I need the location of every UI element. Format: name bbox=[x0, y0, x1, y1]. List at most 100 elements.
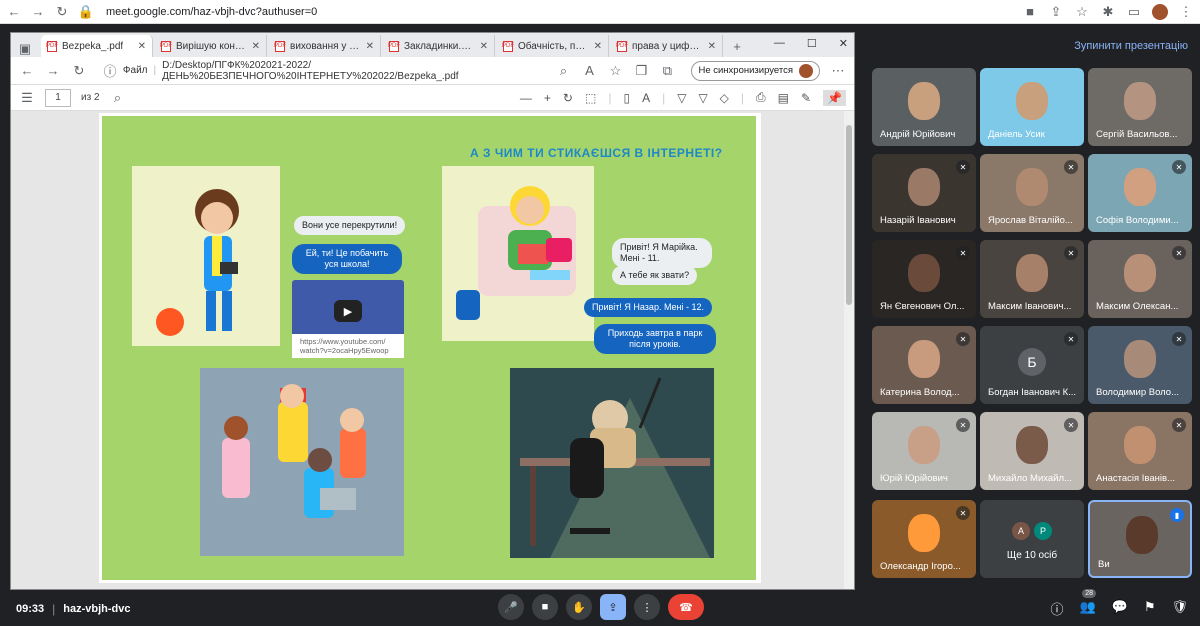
participant-tile[interactable]: ✕ Ян Євгенович Ол... bbox=[872, 240, 976, 318]
reload-icon[interactable]: ↻ bbox=[71, 63, 87, 79]
participant-tile[interactable]: ✕ Олександр Ігоро... bbox=[872, 500, 976, 578]
share-icon[interactable]: ⇪ bbox=[1048, 4, 1064, 20]
fit-page-icon[interactable]: ⬚ bbox=[585, 91, 596, 105]
read-aloud-icon[interactable]: A bbox=[581, 63, 597, 79]
tab-actions-icon[interactable]: ▣ bbox=[17, 41, 33, 57]
bubble-mariyka: Привіт! Я Марійка. Мені - 11. bbox=[612, 238, 712, 268]
eraser-icon[interactable]: ◇ bbox=[720, 91, 729, 105]
extensions-icon[interactable]: ⧉ bbox=[659, 63, 675, 79]
participant-tile[interactable]: ✕ Максим Іванович... bbox=[980, 240, 1084, 318]
people-icon[interactable]: 👥 bbox=[1079, 599, 1095, 618]
close-icon[interactable]: ✕ bbox=[480, 41, 488, 52]
slide-title: А З ЧИМ ТИ СТИКАЄШСЯ В ІНТЕРНЕТІ? bbox=[470, 146, 723, 160]
host-controls-icon[interactable]: 🛡 bbox=[1171, 599, 1188, 618]
participant-tile[interactable]: ✕ Анастасія Іванів... bbox=[1088, 412, 1192, 490]
close-icon[interactable]: ✕ bbox=[708, 41, 716, 52]
pdf-toolbar: ☰ 1 из 2 ⌕ — + ↻ ⬚ | ▯ A | ▽ ▽ ◇ | ⎙ ▤ ✎… bbox=[11, 85, 854, 111]
edge-address-bar[interactable]: ⓘ Файл | D:/Desktop/ПГФК%202021-2022/ДЕН… bbox=[97, 60, 681, 82]
hang-up-button[interactable]: ☎ bbox=[668, 594, 704, 620]
tab-bezpeka[interactable]: PDF Bezpeka_.pdf ✕ bbox=[41, 35, 153, 57]
page-view-icon[interactable]: ▯ bbox=[623, 91, 630, 105]
chat-icon[interactable]: 💬 bbox=[1112, 599, 1128, 618]
boy-illustration bbox=[132, 166, 280, 346]
favorite-icon[interactable]: ☆ bbox=[607, 63, 623, 79]
mic-off-icon: ✕ bbox=[1064, 332, 1078, 346]
contents-icon[interactable]: ☰ bbox=[19, 90, 35, 106]
participant-tile[interactable]: ✕ Назарій Іванович bbox=[872, 154, 976, 232]
participant-tile[interactable]: ✕ Володимир Воло... bbox=[1088, 326, 1192, 404]
participant-video bbox=[908, 82, 940, 120]
camera-icon[interactable]: ■ bbox=[1022, 4, 1038, 20]
participant-tile[interactable]: ✕ Катерина Волод... bbox=[872, 326, 976, 404]
close-icon[interactable]: ✕ bbox=[252, 41, 260, 52]
participant-tile[interactable]: ✕ Ярослав Віталійо... bbox=[980, 154, 1084, 232]
draw-icon[interactable]: ▽ bbox=[677, 91, 686, 105]
mic-off-icon: ✕ bbox=[956, 418, 970, 432]
camera-button[interactable]: ■ bbox=[532, 594, 558, 620]
mic-off-icon: ✕ bbox=[956, 160, 970, 174]
reload-icon[interactable]: ↻ bbox=[54, 4, 70, 20]
page-total: из 2 bbox=[81, 92, 100, 103]
save-as-icon[interactable]: ✎ bbox=[801, 91, 811, 105]
sync-status-button[interactable]: Не синхронизируется bbox=[691, 60, 820, 81]
mic-off-icon: ✕ bbox=[1172, 160, 1186, 174]
back-icon[interactable]: ← bbox=[6, 4, 22, 20]
stop-presenting-button[interactable]: Зупинити презентацію bbox=[1074, 40, 1188, 52]
highlight-icon[interactable]: ▽ bbox=[698, 91, 707, 105]
forward-icon[interactable]: → bbox=[30, 4, 46, 20]
zoom-in-icon[interactable]: + bbox=[544, 91, 551, 105]
participant-tile[interactable]: ✕ Михайло Михайл... bbox=[980, 412, 1084, 490]
forward-icon[interactable]: → bbox=[45, 63, 61, 79]
zoom-icon[interactable]: ⌕ bbox=[555, 63, 571, 79]
self-tile[interactable]: ▮ Ви bbox=[1088, 500, 1192, 578]
tab-education[interactable]: PDFвиховання у цифров✕ bbox=[269, 35, 381, 57]
search-icon[interactable]: ⌕ bbox=[110, 90, 126, 106]
more-options-button[interactable]: ⋮ bbox=[634, 594, 660, 620]
participant-tile[interactable]: Сергій Васильов... bbox=[1088, 68, 1192, 146]
maximize-icon[interactable]: ☐ bbox=[807, 37, 817, 50]
new-tab-icon[interactable]: + bbox=[729, 38, 745, 54]
play-icon[interactable]: ▶ bbox=[334, 300, 362, 322]
tab-bookmarks[interactable]: PDF Закладинки.pdf ✕ bbox=[383, 35, 495, 57]
participant-tile[interactable]: Даніель Усик bbox=[980, 68, 1084, 146]
zoom-out-icon[interactable]: — bbox=[520, 91, 532, 105]
address-bar[interactable]: meet.google.com/haz-vbjh-dvc?authuser=0 bbox=[106, 6, 317, 18]
cast-icon[interactable]: ▭ bbox=[1126, 4, 1142, 20]
read-aloud-icon[interactable]: A bbox=[642, 91, 650, 105]
participant-tile[interactable]: ✕ Юрій Юрійович bbox=[872, 412, 976, 490]
more-icon[interactable]: ⋯ bbox=[830, 63, 846, 79]
scrollbar[interactable] bbox=[844, 111, 854, 589]
pdf-viewport[interactable]: А З ЧИМ ТИ СТИКАЄШСЯ В ІНТЕРНЕТІ? Вони у… bbox=[11, 111, 854, 589]
present-button[interactable]: ⇪ bbox=[600, 594, 626, 620]
star-icon[interactable]: ☆ bbox=[1074, 4, 1090, 20]
tab-vigilance[interactable]: PDFОбачність, пильністі✕ bbox=[497, 35, 609, 57]
save-icon[interactable]: ▤ bbox=[778, 91, 789, 105]
back-icon[interactable]: ← bbox=[19, 63, 35, 79]
close-icon[interactable]: ✕ bbox=[138, 41, 146, 52]
info-icon[interactable]: ⓘ bbox=[1050, 599, 1063, 618]
collections-icon[interactable]: ❐ bbox=[633, 63, 649, 79]
minimize-icon[interactable]: — bbox=[774, 37, 785, 50]
page-number-input[interactable]: 1 bbox=[45, 88, 71, 107]
pin-icon[interactable]: 📌 bbox=[823, 89, 846, 106]
extensions-icon[interactable]: ✱ bbox=[1100, 4, 1116, 20]
profile-avatar[interactable] bbox=[1152, 3, 1168, 20]
close-icon[interactable]: ✕ bbox=[594, 41, 602, 52]
group-figure bbox=[222, 384, 366, 518]
participant-tile[interactable]: Андрій Юрійович bbox=[872, 68, 976, 146]
more-participants-tile[interactable]: АР Ще 10 осіб bbox=[980, 500, 1084, 578]
participant-tile[interactable]: ✕ Софія Володими... bbox=[1088, 154, 1192, 232]
scroll-thumb[interactable] bbox=[846, 125, 852, 305]
close-icon[interactable]: ✕ bbox=[366, 41, 374, 52]
rotate-icon[interactable]: ↻ bbox=[563, 91, 573, 105]
menu-icon[interactable]: ⋮ bbox=[1178, 4, 1194, 20]
participant-tile[interactable]: ✕ Б Богдан Іванович К... bbox=[980, 326, 1084, 404]
activities-icon[interactable]: ⚑ bbox=[1144, 599, 1156, 618]
raise-hand-button[interactable]: ✋ bbox=[566, 594, 592, 620]
close-window-icon[interactable]: ✕ bbox=[839, 37, 848, 50]
tab-rights[interactable]: PDFправа у цифровому✕ bbox=[611, 35, 723, 57]
microphone-button[interactable]: 🎤 bbox=[498, 594, 524, 620]
participant-tile[interactable]: ✕ Максим Олексан... bbox=[1088, 240, 1192, 318]
print-icon[interactable]: ⎙ bbox=[756, 90, 766, 105]
tab-conflicts[interactable]: PDFВирішую конфлікти "✕ bbox=[155, 35, 267, 57]
